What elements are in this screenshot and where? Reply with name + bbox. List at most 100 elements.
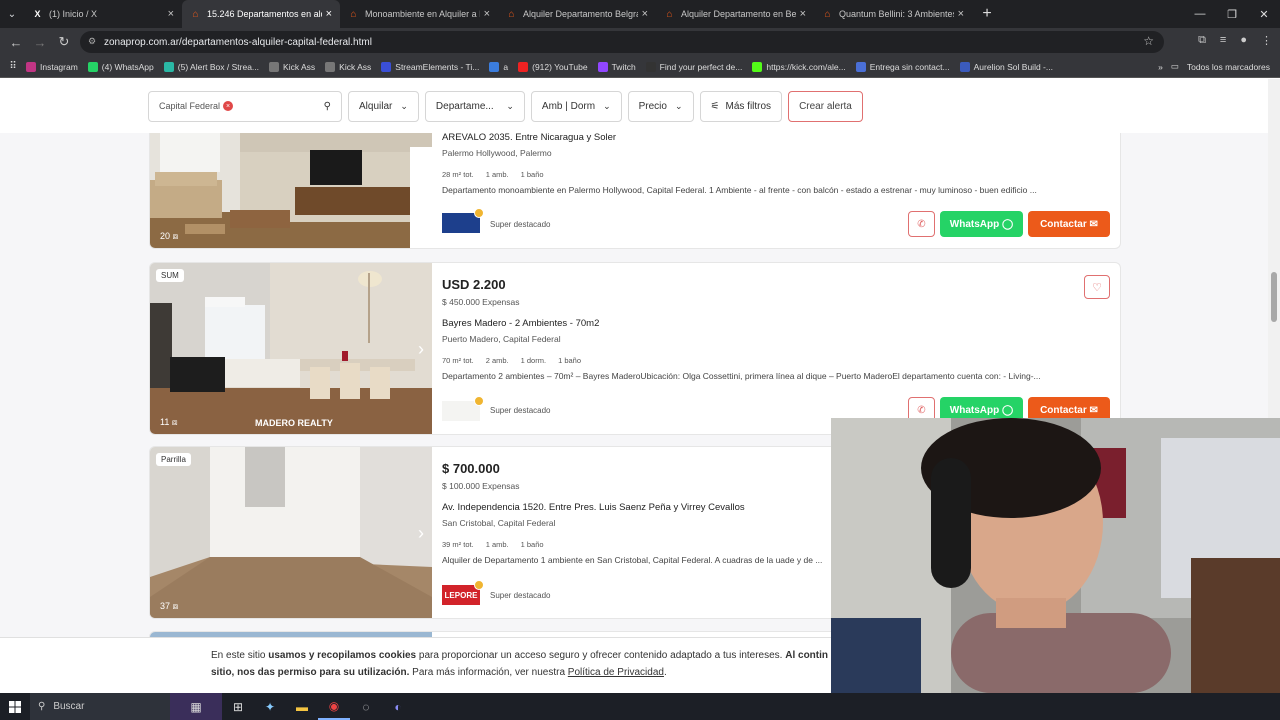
- bookmark-item[interactable]: https://kick.com/ale...: [752, 61, 846, 72]
- listing-price[interactable]: $ 700.000: [442, 461, 500, 476]
- price-filter[interactable]: Precio ⌄: [627, 90, 694, 122]
- tab[interactable]: X (1) Inicio / X ×: [24, 0, 182, 28]
- league-client-icon[interactable]: ◌: [350, 693, 382, 720]
- bookmark-item[interactable]: Aurelion Sol Build -...: [959, 61, 1053, 72]
- close-window-icon[interactable]: ✕: [1248, 8, 1280, 21]
- bookmark-item[interactable]: (912) YouTube: [518, 61, 588, 72]
- profile-icon[interactable]: ●: [1240, 34, 1247, 47]
- more-bookmarks-icon[interactable]: »: [1158, 62, 1163, 72]
- minimize-icon[interactable]: —: [1184, 8, 1216, 20]
- agency-logo[interactable]: [442, 396, 484, 421]
- listing-photo[interactable]: SUM › MADERO REALTY 11 ⧈: [150, 263, 432, 434]
- next-photo-icon[interactable]: ›: [418, 523, 424, 544]
- widget-icon[interactable]: ▦: [170, 693, 222, 720]
- listing-price[interactable]: USD 2.200: [442, 277, 506, 292]
- bookmark-item[interactable]: StreamElements - Ti...: [381, 61, 479, 72]
- bookmark-item[interactable]: Kick Ass: [325, 61, 371, 72]
- close-tab-icon[interactable]: ×: [958, 8, 964, 20]
- zonaprop-icon: ⌂: [666, 8, 673, 20]
- bookmark-item[interactable]: (5) Alert Box / Strea...: [163, 61, 259, 72]
- chrome-icon[interactable]: ◉: [318, 693, 350, 720]
- bookmark-favicon-icon: [163, 61, 174, 72]
- discord-icon[interactable]: ◐: [382, 693, 414, 720]
- close-tab-icon[interactable]: ×: [168, 8, 174, 20]
- reload-icon[interactable]: ↻: [52, 34, 76, 50]
- task-view-icon[interactable]: ⊞: [222, 693, 254, 720]
- url-bar[interactable]: ⚙ zonaprop.com.ar/departamentos-alquiler…: [80, 31, 1164, 53]
- bookmark-favicon-icon: [959, 61, 970, 72]
- listing-address[interactable]: AREVALO 2035. Entre Nicaragua y Soler: [442, 132, 616, 143]
- bookmark-item[interactable]: (4) WhatsApp: [87, 61, 154, 72]
- taskbar-search[interactable]: ⚲ Buscar: [30, 693, 170, 720]
- agency-logo[interactable]: LEPORE: [442, 580, 484, 605]
- webcam-overlay: [831, 418, 1280, 693]
- operation-filter[interactable]: Alquilar ⌄: [348, 90, 419, 122]
- bookmark-favicon-icon: [752, 61, 763, 72]
- tab-title: Alquiler Departamento en Belg: [681, 9, 796, 19]
- bookmark-item[interactable]: Entrega sin contact...: [855, 61, 950, 72]
- listing-photo[interactable]: › 20 ⧈: [150, 132, 432, 248]
- bookmark-item[interactable]: Twitch: [597, 61, 636, 72]
- location-search-input[interactable]: Capital Federal × ⚲: [148, 90, 342, 122]
- agency-logo[interactable]: [442, 208, 484, 233]
- whatsapp-button[interactable]: WhatsApp ◯: [940, 211, 1023, 237]
- tab[interactable]: ⌂ Alquiler Departamento en Belg ×: [656, 0, 814, 28]
- listing-description[interactable]: Departamento monoambiente en Palermo Hol…: [442, 185, 1082, 195]
- tab[interactable]: ⌂ Alquiler Departamento Belgran ×: [498, 0, 656, 28]
- media-icon[interactable]: ≡: [1220, 34, 1226, 47]
- listing-location: Palermo Hollywood, Palermo: [442, 148, 552, 158]
- copilot-icon[interactable]: ✦: [254, 693, 286, 720]
- close-tab-icon[interactable]: ×: [484, 8, 490, 20]
- windows-taskbar: ⚲ Buscar ▦ ⊞ ✦ ▬ ◉ ◌ ◐: [0, 693, 1280, 720]
- close-tab-icon[interactable]: ×: [800, 8, 806, 20]
- bookmark-item[interactable]: Instagram: [26, 61, 78, 72]
- new-tab-button[interactable]: +: [972, 5, 1002, 23]
- next-photo-icon[interactable]: ›: [418, 339, 424, 360]
- location-chip[interactable]: Capital Federal ×: [159, 101, 234, 111]
- create-alert-button[interactable]: Crear alerta: [788, 90, 863, 122]
- listing-photo[interactable]: Parrilla › 37 ⧈: [150, 447, 432, 618]
- file-explorer-icon[interactable]: ▬: [286, 693, 318, 720]
- address-toolbar: ← → ↻ ⚙ zonaprop.com.ar/departamentos-al…: [0, 28, 1280, 56]
- maximize-icon[interactable]: ❐: [1216, 8, 1248, 21]
- chevron-down-icon: ⌄: [506, 100, 514, 111]
- contactar-button[interactable]: Contactar ✉: [1028, 211, 1110, 237]
- listing-card[interactable]: SUM › MADERO REALTY 11 ⧈ USD 2.200 $ 450…: [149, 262, 1121, 435]
- tab[interactable]: ⌂ Quantum Bellini: 3 Ambientes ×: [814, 0, 972, 28]
- search-icon[interactable]: ⚲: [324, 101, 331, 112]
- bookmark-item[interactable]: Kick Ass: [269, 61, 315, 72]
- favorite-heart-icon[interactable]: ♡: [1084, 275, 1110, 299]
- tab[interactable]: ⌂ 15.246 Departamentos en alqui ×: [182, 0, 340, 28]
- windows-start-icon[interactable]: [0, 700, 30, 713]
- bookmark-star-icon[interactable]: ☆: [1143, 34, 1154, 48]
- bookmark-item[interactable]: Find your perfect de...: [645, 61, 742, 72]
- privacy-policy-link[interactable]: Política de Privacidad: [568, 667, 664, 678]
- listing-features: 70 m² tot. 2 amb. 1 dorm. 1 baño: [442, 356, 582, 365]
- medal-icon: [474, 208, 484, 218]
- tab-list-icon[interactable]: ⌄: [0, 0, 24, 28]
- listing-description[interactable]: Departamento 2 ambientes – 70m² – Bayres…: [442, 371, 1082, 381]
- extensions-icon[interactable]: ⧉: [1198, 34, 1206, 47]
- back-icon[interactable]: ←: [4, 35, 28, 50]
- property-type-filter[interactable]: Departame... ⌄: [424, 90, 525, 122]
- listing-address[interactable]: Bayres Madero - 2 Ambientes - 70m2: [442, 318, 599, 329]
- forward-icon[interactable]: →: [28, 35, 52, 50]
- all-bookmarks[interactable]: Todos los marcadores: [1187, 62, 1270, 72]
- close-tab-icon[interactable]: ×: [326, 8, 332, 20]
- listing-address[interactable]: Av. Independencia 1520. Entre Pres. Luis…: [442, 502, 745, 513]
- super-destacado-badge: Super destacado: [490, 406, 551, 415]
- rooms-filter[interactable]: Amb | Dorm ⌄: [530, 90, 622, 122]
- medal-icon: [474, 396, 484, 406]
- close-tab-icon[interactable]: ×: [642, 8, 648, 20]
- menu-icon[interactable]: ⋮: [1261, 34, 1272, 47]
- site-info-icon[interactable]: ⚙: [88, 36, 98, 46]
- zonaprop-icon: ⌂: [508, 8, 515, 20]
- listing-card[interactable]: › 20 ⧈ AREVALO 2035. Entre Nicaragua y S…: [149, 132, 1121, 249]
- more-filters-button[interactable]: ⚟ Más filtros: [699, 90, 783, 122]
- bookmark-item[interactable]: a: [489, 61, 508, 72]
- apps-icon[interactable]: ⠿: [0, 61, 26, 72]
- tab[interactable]: ⌂ Monoambiente en Alquiler a E ×: [340, 0, 498, 28]
- remove-chip-icon[interactable]: ×: [223, 101, 234, 111]
- phone-button[interactable]: ✆: [908, 211, 935, 237]
- next-photo-icon[interactable]: ›: [418, 180, 424, 201]
